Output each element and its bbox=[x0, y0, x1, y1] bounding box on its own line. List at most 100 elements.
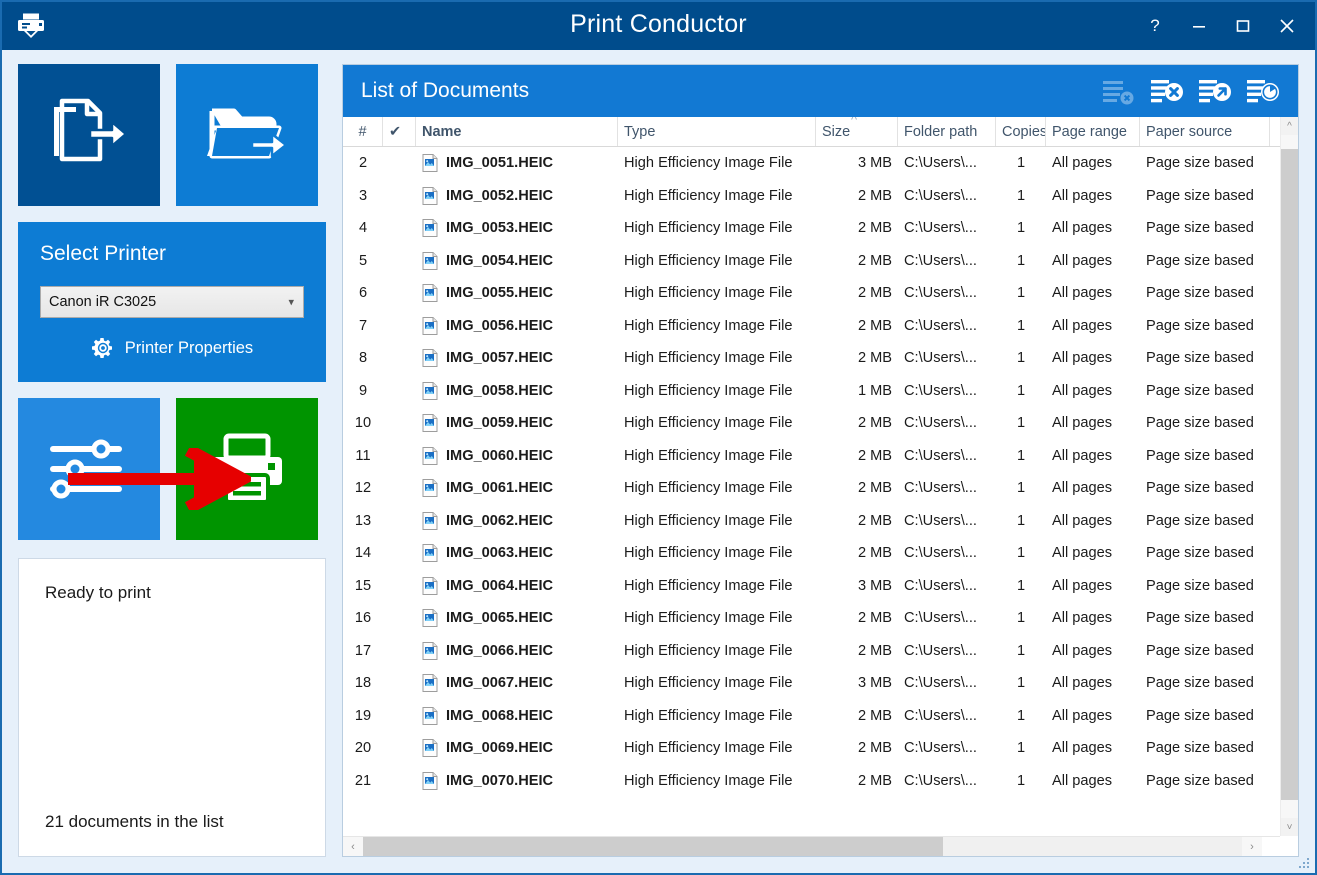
cell-folder-path: C:\Users\... bbox=[898, 740, 996, 756]
cell-index: 17 bbox=[343, 643, 383, 659]
cell-type: High Efficiency Image File bbox=[618, 155, 816, 171]
printer-properties-button[interactable]: Printer Properties bbox=[40, 336, 304, 360]
documents-title: List of Documents bbox=[361, 79, 1098, 103]
application-window: Print Conductor ? bbox=[0, 0, 1317, 875]
start-printing-tile[interactable] bbox=[176, 398, 318, 540]
hscroll-thumb[interactable] bbox=[363, 837, 943, 856]
settings-tile[interactable] bbox=[18, 398, 160, 540]
cell-page-range: All pages bbox=[1046, 675, 1140, 691]
vscroll-track[interactable] bbox=[1281, 135, 1298, 818]
table-row[interactable]: 5IMG_0054.HEICHigh Efficiency Image File… bbox=[343, 245, 1280, 278]
table-row[interactable]: 7IMG_0056.HEICHigh Efficiency Image File… bbox=[343, 310, 1280, 343]
chevron-right-icon[interactable]: › bbox=[1242, 837, 1262, 856]
column-header-copies[interactable]: Copies bbox=[996, 117, 1046, 146]
table-row[interactable]: 4IMG_0053.HEICHigh Efficiency Image File… bbox=[343, 212, 1280, 245]
cell-size: 2 MB bbox=[816, 480, 898, 496]
chevron-down-icon[interactable]: ˅ bbox=[1281, 818, 1298, 836]
heic-file-icon bbox=[422, 544, 438, 562]
cell-size: 1 MB bbox=[816, 383, 898, 399]
table-row[interactable]: 18IMG_0067.HEICHigh Efficiency Image Fil… bbox=[343, 667, 1280, 700]
cell-name-text: IMG_0054.HEIC bbox=[446, 253, 553, 269]
cell-index: 12 bbox=[343, 480, 383, 496]
table-row[interactable]: 6IMG_0055.HEICHigh Efficiency Image File… bbox=[343, 277, 1280, 310]
add-documents-tile[interactable] bbox=[18, 64, 160, 206]
column-header-folder-path[interactable]: Folder path bbox=[898, 117, 996, 146]
table-row[interactable]: 13IMG_0062.HEICHigh Efficiency Image Fil… bbox=[343, 505, 1280, 538]
hscroll-track[interactable] bbox=[363, 837, 1242, 856]
table-row[interactable]: 2IMG_0051.HEICHigh Efficiency Image File… bbox=[343, 147, 1280, 180]
table-row[interactable]: 8IMG_0057.HEICHigh Efficiency Image File… bbox=[343, 342, 1280, 375]
cell-name-text: IMG_0065.HEIC bbox=[446, 610, 553, 626]
cell-name-text: IMG_0061.HEIC bbox=[446, 480, 553, 496]
select-printer-title: Select Printer bbox=[40, 242, 304, 266]
table-row[interactable]: 14IMG_0063.HEICHigh Efficiency Image Fil… bbox=[343, 537, 1280, 570]
table-row[interactable]: 11IMG_0060.HEICHigh Efficiency Image Fil… bbox=[343, 440, 1280, 473]
remove-document-icon[interactable] bbox=[1146, 72, 1188, 110]
column-header-page-range[interactable]: Page range bbox=[1046, 117, 1140, 146]
column-header-check[interactable]: ✔ bbox=[383, 117, 416, 146]
table-row[interactable]: 16IMG_0065.HEICHigh Efficiency Image Fil… bbox=[343, 602, 1280, 635]
column-header-name[interactable]: Name bbox=[416, 117, 618, 146]
vscroll-thumb[interactable] bbox=[1281, 149, 1298, 800]
cell-copies: 1 bbox=[996, 318, 1046, 334]
cell-name: IMG_0069.HEIC bbox=[416, 739, 618, 757]
cell-paper-source: Page size based bbox=[1140, 480, 1270, 496]
chevron-up-icon[interactable]: ^ bbox=[1281, 117, 1298, 135]
cell-copies: 1 bbox=[996, 155, 1046, 171]
maximize-button[interactable] bbox=[1221, 4, 1265, 48]
cell-folder-path: C:\Users\... bbox=[898, 610, 996, 626]
vertical-scrollbar[interactable]: ^ ˅ bbox=[1280, 117, 1298, 836]
cell-index: 14 bbox=[343, 545, 383, 561]
clear-list-icon[interactable] bbox=[1098, 72, 1140, 110]
cell-type: High Efficiency Image File bbox=[618, 480, 816, 496]
table-row[interactable]: 19IMG_0068.HEICHigh Efficiency Image Fil… bbox=[343, 700, 1280, 733]
table-row[interactable]: 15IMG_0064.HEICHigh Efficiency Image Fil… bbox=[343, 570, 1280, 603]
table-row[interactable]: 10IMG_0059.HEICHigh Efficiency Image Fil… bbox=[343, 407, 1280, 440]
column-header-type[interactable]: Type bbox=[618, 117, 816, 146]
cell-name: IMG_0055.HEIC bbox=[416, 284, 618, 302]
cell-paper-source: Page size based bbox=[1140, 220, 1270, 236]
close-button[interactable] bbox=[1265, 4, 1309, 48]
table-row[interactable]: 20IMG_0069.HEICHigh Efficiency Image Fil… bbox=[343, 732, 1280, 765]
cell-type: High Efficiency Image File bbox=[618, 675, 816, 691]
cell-name-text: IMG_0059.HEIC bbox=[446, 415, 553, 431]
document-status-icon[interactable] bbox=[1242, 72, 1284, 110]
cell-name-text: IMG_0053.HEIC bbox=[446, 220, 553, 236]
cell-index: 4 bbox=[343, 220, 383, 236]
column-header-paper-source[interactable]: Paper source bbox=[1140, 117, 1270, 146]
table-row[interactable]: 3IMG_0052.HEICHigh Efficiency Image File… bbox=[343, 180, 1280, 213]
cell-size: 2 MB bbox=[816, 220, 898, 236]
cell-type: High Efficiency Image File bbox=[618, 610, 816, 626]
settings-sliders-icon bbox=[43, 430, 135, 508]
cell-index: 6 bbox=[343, 285, 383, 301]
resize-grip[interactable] bbox=[1299, 858, 1311, 870]
cell-paper-source: Page size based bbox=[1140, 740, 1270, 756]
cell-size: 2 MB bbox=[816, 350, 898, 366]
cell-page-range: All pages bbox=[1046, 708, 1140, 724]
add-folder-tile[interactable] bbox=[176, 64, 318, 206]
table-row[interactable]: 9IMG_0058.HEICHigh Efficiency Image File… bbox=[343, 375, 1280, 408]
cell-name-text: IMG_0066.HEIC bbox=[446, 643, 553, 659]
scrollbar-corner bbox=[1262, 837, 1280, 856]
heic-file-icon bbox=[422, 674, 438, 692]
cell-page-range: All pages bbox=[1046, 643, 1140, 659]
table-row[interactable]: 21IMG_0070.HEICHigh Efficiency Image Fil… bbox=[343, 765, 1280, 798]
minimize-icon bbox=[1192, 19, 1206, 33]
column-header-index[interactable]: # bbox=[343, 117, 383, 146]
cell-page-range: All pages bbox=[1046, 253, 1140, 269]
cell-type: High Efficiency Image File bbox=[618, 350, 816, 366]
cell-index: 11 bbox=[343, 448, 383, 464]
move-document-icon[interactable] bbox=[1194, 72, 1236, 110]
chevron-left-icon[interactable]: ‹ bbox=[343, 837, 363, 856]
cell-paper-source: Page size based bbox=[1140, 285, 1270, 301]
cell-name: IMG_0059.HEIC bbox=[416, 414, 618, 432]
heic-file-icon bbox=[422, 284, 438, 302]
heic-file-icon bbox=[422, 414, 438, 432]
table-row[interactable]: 17IMG_0066.HEICHigh Efficiency Image Fil… bbox=[343, 635, 1280, 668]
help-button[interactable]: ? bbox=[1133, 4, 1177, 48]
cell-type: High Efficiency Image File bbox=[618, 383, 816, 399]
minimize-button[interactable] bbox=[1177, 4, 1221, 48]
table-row[interactable]: 12 IMG_0061.HEIC High Efficiency Image Fil… bbox=[343, 472, 1280, 505]
horizontal-scrollbar[interactable]: ‹ › bbox=[343, 836, 1280, 856]
printer-select[interactable]: Canon iR C3025 ▾ bbox=[40, 286, 304, 318]
